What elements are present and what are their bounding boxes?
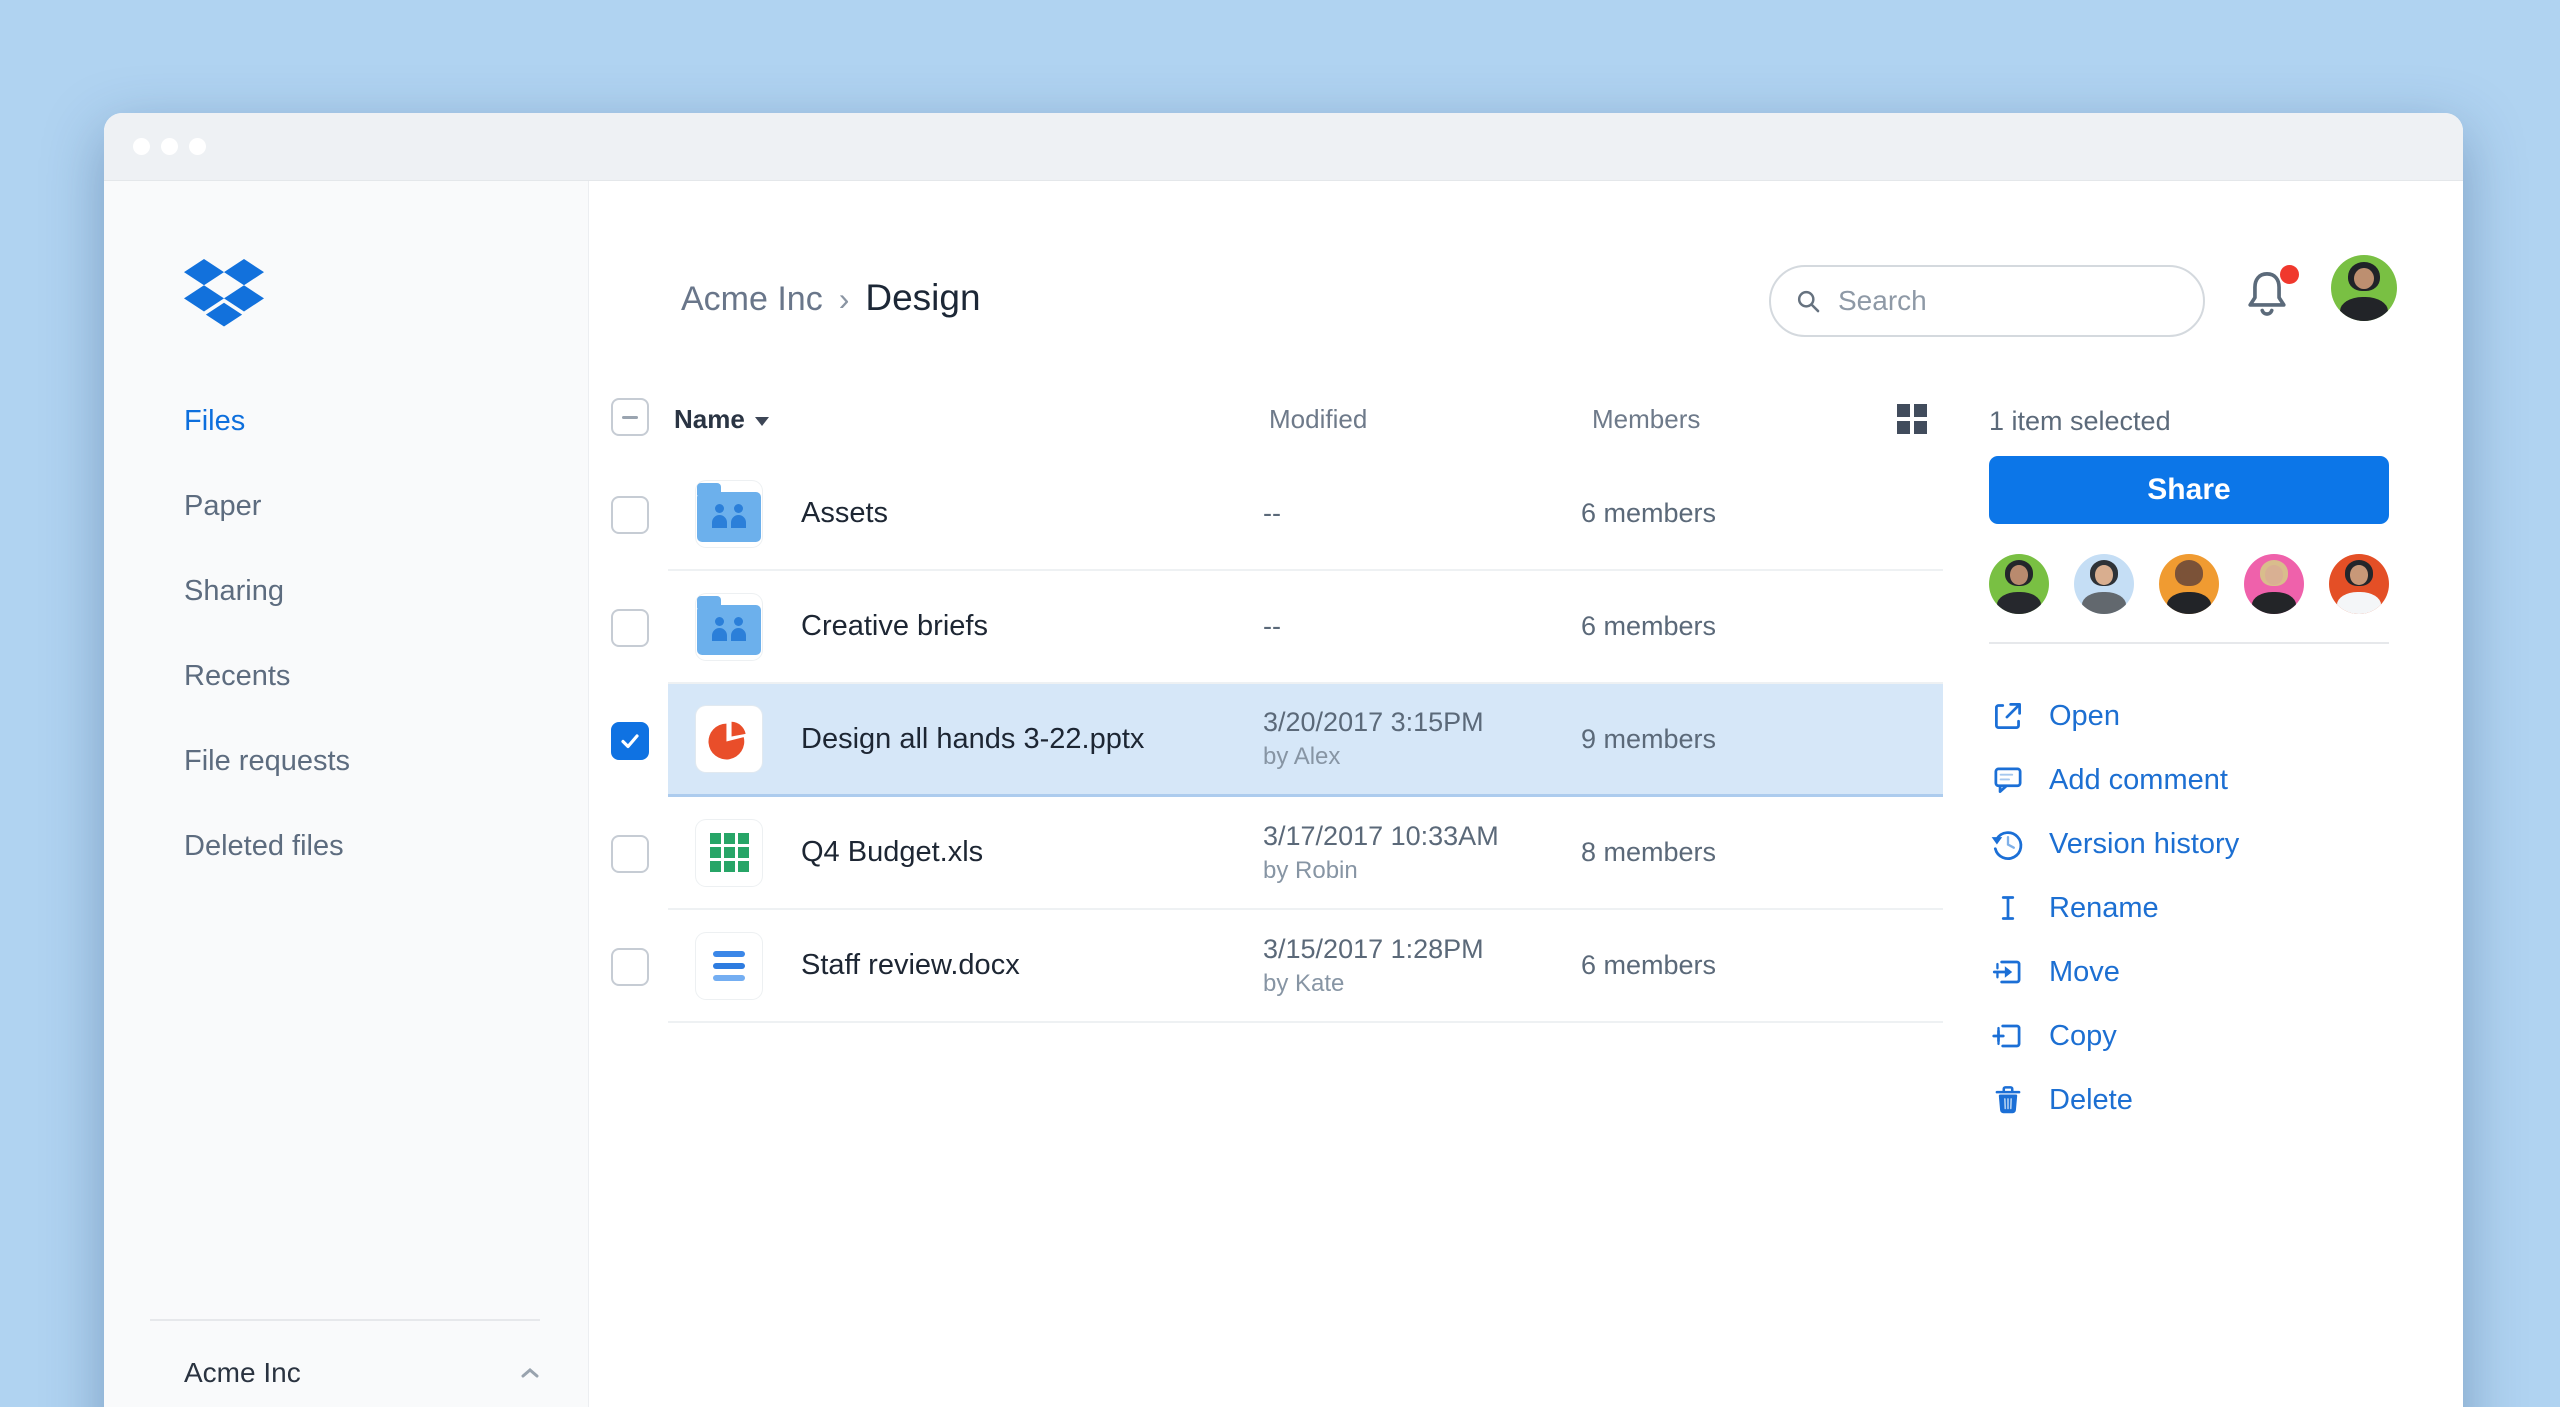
column-header-modified[interactable]: Modified bbox=[1269, 404, 1367, 435]
trash-icon bbox=[1989, 1081, 2027, 1119]
avatar-torso bbox=[2340, 297, 2389, 321]
select-all-checkbox[interactable] bbox=[611, 398, 649, 436]
file-name: Q4 Budget.xls bbox=[801, 836, 1263, 869]
comment-icon bbox=[1989, 761, 2027, 799]
notifications-button[interactable] bbox=[2241, 267, 2301, 327]
file-members: 6 members bbox=[1581, 611, 1943, 642]
search-icon bbox=[1795, 288, 1822, 315]
file-name: Staff review.docx bbox=[801, 949, 1263, 982]
file-members: 9 members bbox=[1581, 724, 1943, 755]
sidebar-nav: Files Paper Sharing Recents File request… bbox=[104, 379, 588, 889]
move-icon bbox=[1989, 953, 2027, 991]
presentation-pie-icon bbox=[696, 706, 762, 772]
avatar-face bbox=[2354, 268, 2374, 289]
notification-badge bbox=[2280, 265, 2299, 284]
row-checkbox-checked[interactable] bbox=[611, 722, 649, 760]
action-add-comment[interactable]: Add comment bbox=[1989, 748, 2389, 812]
row-checkbox[interactable] bbox=[611, 835, 649, 873]
member-avatar[interactable] bbox=[2074, 554, 2134, 614]
app-window: Files Paper Sharing Recents File request… bbox=[104, 113, 2463, 1407]
shared-folder-icon bbox=[696, 594, 762, 660]
row-checkbox[interactable] bbox=[611, 609, 649, 647]
action-copy[interactable]: Copy bbox=[1989, 1004, 2389, 1068]
dropbox-logo-icon[interactable] bbox=[184, 259, 264, 329]
action-rename[interactable]: Rename bbox=[1989, 876, 2389, 940]
row-checkbox[interactable] bbox=[611, 948, 649, 986]
open-external-icon bbox=[1989, 697, 2027, 735]
file-members: 6 members bbox=[1581, 498, 1943, 529]
sidebar-item-deleted-files[interactable]: Deleted files bbox=[104, 804, 588, 889]
column-header-members[interactable]: Members bbox=[1592, 404, 1700, 435]
team-selector[interactable]: Acme Inc bbox=[184, 1357, 540, 1389]
breadcrumb-separator: › bbox=[839, 281, 850, 318]
row-checkbox[interactable] bbox=[611, 496, 649, 534]
search-box[interactable] bbox=[1769, 265, 2205, 337]
sidebar-item-paper[interactable]: Paper bbox=[104, 464, 588, 549]
window-control-dot[interactable] bbox=[189, 138, 206, 155]
action-version-history[interactable]: Version history bbox=[1989, 812, 2389, 876]
history-icon bbox=[1989, 825, 2027, 863]
file-name: Creative briefs bbox=[801, 610, 1263, 643]
member-avatar[interactable] bbox=[2159, 554, 2219, 614]
copy-icon bbox=[1989, 1017, 2027, 1055]
file-modified: 3/20/2017 3:15PM bbox=[1263, 707, 1581, 738]
table-header: Name Modified Members bbox=[611, 396, 1943, 458]
sidebar-item-sharing[interactable]: Sharing bbox=[104, 549, 588, 634]
file-members: 8 members bbox=[1581, 837, 1943, 868]
caret-down-icon bbox=[755, 417, 769, 426]
file-table: Name Modified Members bbox=[611, 396, 1943, 1023]
member-avatar[interactable] bbox=[1989, 554, 2049, 614]
table-row: Staff review.docx 3/15/2017 1:28PM by Kat… bbox=[611, 910, 1943, 1023]
sidebar: Files Paper Sharing Recents File request… bbox=[104, 181, 589, 1407]
sidebar-divider bbox=[150, 1319, 540, 1321]
search-input[interactable] bbox=[1836, 284, 2140, 318]
file-name: Design all hands 3-22.pptx bbox=[801, 723, 1263, 756]
selection-status: 1 item selected bbox=[1989, 406, 2389, 437]
spreadsheet-grid-icon bbox=[696, 820, 762, 886]
file-modified-by: by Kate bbox=[1263, 970, 1581, 998]
shared-folder-icon bbox=[696, 481, 762, 547]
desktop-background: Files Paper Sharing Recents File request… bbox=[0, 0, 2560, 1407]
sidebar-item-file-requests[interactable]: File requests bbox=[104, 719, 588, 804]
file-modified: -- bbox=[1263, 498, 1581, 529]
file-actions: Open Add comment bbox=[1989, 684, 2389, 1132]
file-name: Assets bbox=[801, 497, 1263, 530]
team-name: Acme Inc bbox=[184, 1357, 301, 1389]
selection-panel: 1 item selected Share bbox=[1989, 406, 2389, 1132]
breadcrumb-parent[interactable]: Acme Inc bbox=[681, 280, 823, 319]
action-delete[interactable]: Delete bbox=[1989, 1068, 2389, 1132]
window-control-dot[interactable] bbox=[161, 138, 178, 155]
file-modified: 3/17/2017 10:33AM bbox=[1263, 821, 1581, 852]
member-avatar[interactable] bbox=[2329, 554, 2389, 614]
chevron-up-icon bbox=[520, 1366, 540, 1380]
table-row: Assets -- 6 members bbox=[611, 458, 1943, 571]
main-content: Acme Inc › Design bbox=[589, 181, 2463, 1407]
document-lines-icon bbox=[696, 933, 762, 999]
share-button[interactable]: Share bbox=[1989, 456, 2389, 524]
action-move[interactable]: Move bbox=[1989, 940, 2389, 1004]
user-avatar[interactable] bbox=[2331, 255, 2397, 321]
file-modified: -- bbox=[1263, 611, 1581, 642]
breadcrumb: Acme Inc › Design bbox=[681, 277, 981, 319]
member-avatar[interactable] bbox=[2244, 554, 2304, 614]
table-row: Q4 Budget.xls 3/17/2017 10:33AMby Robin … bbox=[611, 797, 1943, 910]
column-header-name[interactable]: Name bbox=[674, 404, 769, 435]
file-modified: 3/15/2017 1:28PM bbox=[1263, 934, 1581, 965]
grid-view-icon[interactable] bbox=[1897, 404, 1927, 434]
action-open[interactable]: Open bbox=[1989, 684, 2389, 748]
table-row: Creative briefs -- 6 members bbox=[611, 571, 1943, 684]
panel-divider bbox=[1989, 642, 2389, 644]
file-modified-by: by Alex bbox=[1263, 743, 1581, 771]
page-title: Design bbox=[865, 277, 980, 319]
file-members: 6 members bbox=[1581, 950, 1943, 981]
ibeam-icon bbox=[1989, 889, 2027, 927]
window-titlebar bbox=[104, 113, 2463, 181]
window-control-dot[interactable] bbox=[133, 138, 150, 155]
member-avatars bbox=[1989, 554, 2389, 614]
sidebar-item-files[interactable]: Files bbox=[104, 379, 588, 464]
file-modified-by: by Robin bbox=[1263, 857, 1581, 885]
sidebar-item-recents[interactable]: Recents bbox=[104, 634, 588, 719]
table-row-selected: Design all hands 3-22.pptx 3/20/2017 3:1… bbox=[611, 684, 1943, 797]
